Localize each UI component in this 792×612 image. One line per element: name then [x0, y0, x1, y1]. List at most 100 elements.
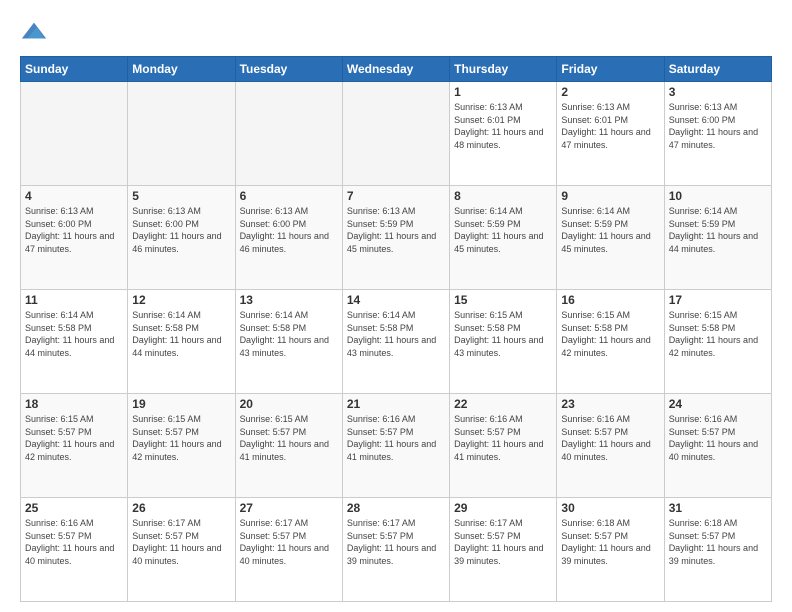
calendar-cell: 14 Sunrise: 6:14 AMSunset: 5:58 PMDaylig…	[342, 290, 449, 394]
day-number: 25	[25, 501, 123, 515]
day-number: 20	[240, 397, 338, 411]
calendar-cell: 5 Sunrise: 6:13 AMSunset: 6:00 PMDayligh…	[128, 186, 235, 290]
calendar-cell	[235, 82, 342, 186]
day-info: Sunrise: 6:17 AMSunset: 5:57 PMDaylight:…	[347, 517, 445, 567]
calendar-row: 4 Sunrise: 6:13 AMSunset: 6:00 PMDayligh…	[21, 186, 772, 290]
day-info: Sunrise: 6:13 AMSunset: 6:01 PMDaylight:…	[561, 101, 659, 151]
day-info: Sunrise: 6:13 AMSunset: 6:00 PMDaylight:…	[240, 205, 338, 255]
day-number: 26	[132, 501, 230, 515]
day-info: Sunrise: 6:14 AMSunset: 5:59 PMDaylight:…	[454, 205, 552, 255]
logo	[20, 18, 52, 46]
day-number: 8	[454, 189, 552, 203]
day-info: Sunrise: 6:14 AMSunset: 5:58 PMDaylight:…	[25, 309, 123, 359]
weekday-header-cell: Monday	[128, 57, 235, 82]
day-info: Sunrise: 6:13 AMSunset: 6:00 PMDaylight:…	[132, 205, 230, 255]
calendar-row: 25 Sunrise: 6:16 AMSunset: 5:57 PMDaylig…	[21, 498, 772, 602]
calendar-cell: 11 Sunrise: 6:14 AMSunset: 5:58 PMDaylig…	[21, 290, 128, 394]
day-number: 30	[561, 501, 659, 515]
day-info: Sunrise: 6:17 AMSunset: 5:57 PMDaylight:…	[454, 517, 552, 567]
calendar-cell: 30 Sunrise: 6:18 AMSunset: 5:57 PMDaylig…	[557, 498, 664, 602]
calendar-cell: 13 Sunrise: 6:14 AMSunset: 5:58 PMDaylig…	[235, 290, 342, 394]
day-info: Sunrise: 6:15 AMSunset: 5:58 PMDaylight:…	[561, 309, 659, 359]
calendar-row: 11 Sunrise: 6:14 AMSunset: 5:58 PMDaylig…	[21, 290, 772, 394]
day-info: Sunrise: 6:16 AMSunset: 5:57 PMDaylight:…	[347, 413, 445, 463]
day-info: Sunrise: 6:15 AMSunset: 5:58 PMDaylight:…	[669, 309, 767, 359]
day-info: Sunrise: 6:16 AMSunset: 5:57 PMDaylight:…	[561, 413, 659, 463]
day-number: 2	[561, 85, 659, 99]
day-number: 28	[347, 501, 445, 515]
day-number: 17	[669, 293, 767, 307]
day-info: Sunrise: 6:14 AMSunset: 5:58 PMDaylight:…	[347, 309, 445, 359]
day-info: Sunrise: 6:14 AMSunset: 5:58 PMDaylight:…	[240, 309, 338, 359]
calendar-cell: 12 Sunrise: 6:14 AMSunset: 5:58 PMDaylig…	[128, 290, 235, 394]
calendar-cell: 29 Sunrise: 6:17 AMSunset: 5:57 PMDaylig…	[450, 498, 557, 602]
day-number: 27	[240, 501, 338, 515]
calendar-cell	[342, 82, 449, 186]
weekday-header-cell: Sunday	[21, 57, 128, 82]
calendar-cell: 24 Sunrise: 6:16 AMSunset: 5:57 PMDaylig…	[664, 394, 771, 498]
day-number: 29	[454, 501, 552, 515]
day-info: Sunrise: 6:14 AMSunset: 5:59 PMDaylight:…	[561, 205, 659, 255]
day-number: 22	[454, 397, 552, 411]
day-number: 12	[132, 293, 230, 307]
day-info: Sunrise: 6:18 AMSunset: 5:57 PMDaylight:…	[669, 517, 767, 567]
weekday-header-row: SundayMondayTuesdayWednesdayThursdayFrid…	[21, 57, 772, 82]
calendar-cell	[21, 82, 128, 186]
day-info: Sunrise: 6:16 AMSunset: 5:57 PMDaylight:…	[454, 413, 552, 463]
calendar-cell: 19 Sunrise: 6:15 AMSunset: 5:57 PMDaylig…	[128, 394, 235, 498]
day-number: 3	[669, 85, 767, 99]
calendar-table: SundayMondayTuesdayWednesdayThursdayFrid…	[20, 56, 772, 602]
calendar-cell: 1 Sunrise: 6:13 AMSunset: 6:01 PMDayligh…	[450, 82, 557, 186]
logo-icon	[20, 18, 48, 46]
day-info: Sunrise: 6:16 AMSunset: 5:57 PMDaylight:…	[25, 517, 123, 567]
day-info: Sunrise: 6:15 AMSunset: 5:57 PMDaylight:…	[240, 413, 338, 463]
calendar-body: 1 Sunrise: 6:13 AMSunset: 6:01 PMDayligh…	[21, 82, 772, 602]
day-info: Sunrise: 6:14 AMSunset: 5:59 PMDaylight:…	[669, 205, 767, 255]
day-number: 4	[25, 189, 123, 203]
weekday-header-cell: Thursday	[450, 57, 557, 82]
day-number: 23	[561, 397, 659, 411]
weekday-header-cell: Saturday	[664, 57, 771, 82]
day-number: 19	[132, 397, 230, 411]
day-number: 16	[561, 293, 659, 307]
header	[20, 18, 772, 46]
calendar-cell: 25 Sunrise: 6:16 AMSunset: 5:57 PMDaylig…	[21, 498, 128, 602]
page: SundayMondayTuesdayWednesdayThursdayFrid…	[0, 0, 792, 612]
day-info: Sunrise: 6:17 AMSunset: 5:57 PMDaylight:…	[132, 517, 230, 567]
day-number: 1	[454, 85, 552, 99]
day-number: 13	[240, 293, 338, 307]
day-number: 24	[669, 397, 767, 411]
day-info: Sunrise: 6:18 AMSunset: 5:57 PMDaylight:…	[561, 517, 659, 567]
calendar-row: 1 Sunrise: 6:13 AMSunset: 6:01 PMDayligh…	[21, 82, 772, 186]
day-info: Sunrise: 6:16 AMSunset: 5:57 PMDaylight:…	[669, 413, 767, 463]
calendar-cell: 4 Sunrise: 6:13 AMSunset: 6:00 PMDayligh…	[21, 186, 128, 290]
day-number: 14	[347, 293, 445, 307]
calendar-cell: 28 Sunrise: 6:17 AMSunset: 5:57 PMDaylig…	[342, 498, 449, 602]
calendar-cell: 16 Sunrise: 6:15 AMSunset: 5:58 PMDaylig…	[557, 290, 664, 394]
day-info: Sunrise: 6:17 AMSunset: 5:57 PMDaylight:…	[240, 517, 338, 567]
calendar-cell: 17 Sunrise: 6:15 AMSunset: 5:58 PMDaylig…	[664, 290, 771, 394]
calendar-cell: 2 Sunrise: 6:13 AMSunset: 6:01 PMDayligh…	[557, 82, 664, 186]
day-info: Sunrise: 6:13 AMSunset: 6:01 PMDaylight:…	[454, 101, 552, 151]
weekday-header-cell: Tuesday	[235, 57, 342, 82]
calendar-cell: 9 Sunrise: 6:14 AMSunset: 5:59 PMDayligh…	[557, 186, 664, 290]
calendar-cell: 31 Sunrise: 6:18 AMSunset: 5:57 PMDaylig…	[664, 498, 771, 602]
day-number: 31	[669, 501, 767, 515]
day-number: 11	[25, 293, 123, 307]
calendar-cell: 22 Sunrise: 6:16 AMSunset: 5:57 PMDaylig…	[450, 394, 557, 498]
calendar-cell: 15 Sunrise: 6:15 AMSunset: 5:58 PMDaylig…	[450, 290, 557, 394]
day-number: 18	[25, 397, 123, 411]
day-info: Sunrise: 6:13 AMSunset: 5:59 PMDaylight:…	[347, 205, 445, 255]
calendar-row: 18 Sunrise: 6:15 AMSunset: 5:57 PMDaylig…	[21, 394, 772, 498]
day-number: 7	[347, 189, 445, 203]
calendar-cell: 8 Sunrise: 6:14 AMSunset: 5:59 PMDayligh…	[450, 186, 557, 290]
day-number: 10	[669, 189, 767, 203]
day-number: 21	[347, 397, 445, 411]
weekday-header-cell: Wednesday	[342, 57, 449, 82]
day-number: 6	[240, 189, 338, 203]
weekday-header-cell: Friday	[557, 57, 664, 82]
day-info: Sunrise: 6:15 AMSunset: 5:57 PMDaylight:…	[132, 413, 230, 463]
calendar-cell: 10 Sunrise: 6:14 AMSunset: 5:59 PMDaylig…	[664, 186, 771, 290]
calendar-cell: 21 Sunrise: 6:16 AMSunset: 5:57 PMDaylig…	[342, 394, 449, 498]
day-info: Sunrise: 6:15 AMSunset: 5:57 PMDaylight:…	[25, 413, 123, 463]
